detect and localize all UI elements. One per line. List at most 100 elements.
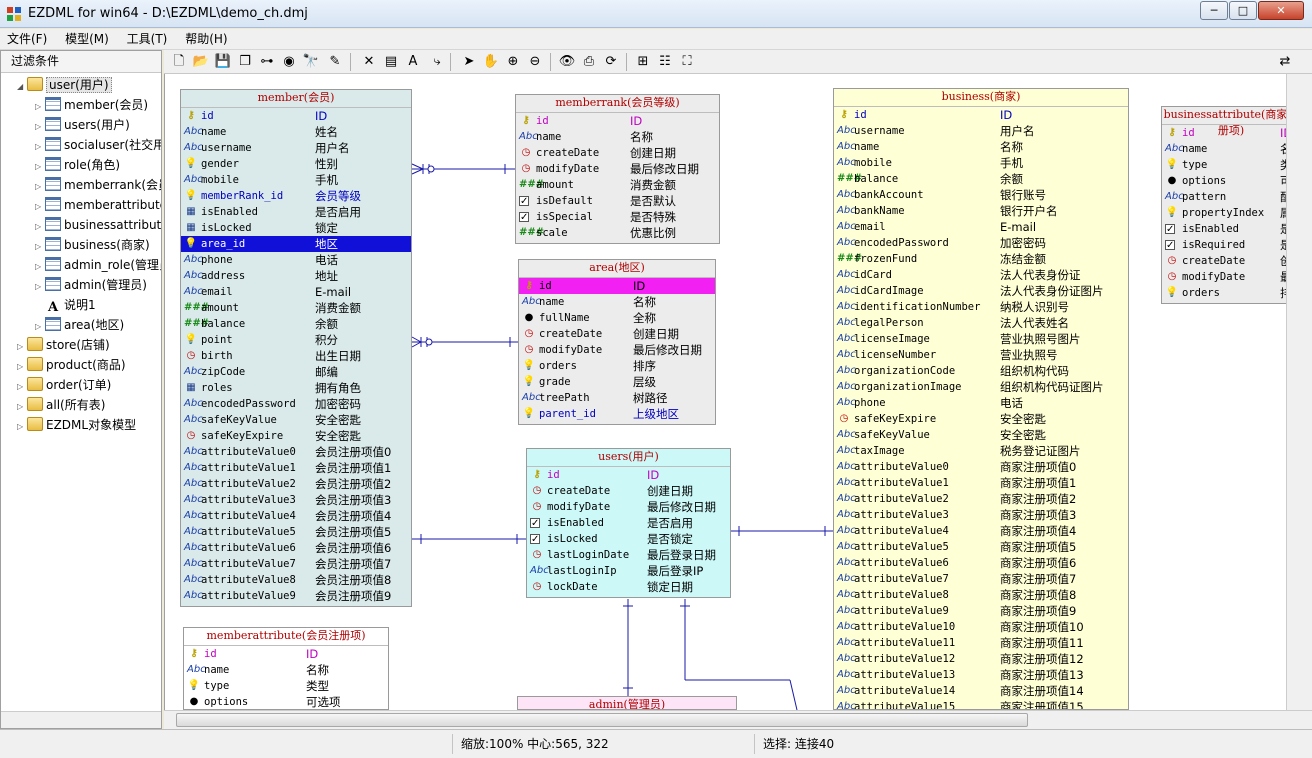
entity-field-row[interactable]: ◷createDate创建日期 [1162, 253, 1300, 269]
entity-field-row[interactable]: Abc mobile 手机 [834, 155, 1128, 171]
entity-field-row[interactable]: Abc organizationCode 组织机构代码 [834, 363, 1128, 379]
entity-field-row[interactable]: Abc organizationImage 组织机构代码证图片 [834, 379, 1128, 395]
entity-field-row[interactable]: Abc safeKeyValue 安全密匙 [834, 427, 1128, 443]
entity-field-row[interactable]: Abc phone 电话 [834, 395, 1128, 411]
entity-field-row[interactable]: ⚷ id ID [519, 278, 715, 294]
add-field-icon[interactable]: ⊞ [634, 53, 652, 71]
globe-icon[interactable]: ◉ [280, 53, 298, 71]
scroll-thumb[interactable] [176, 713, 1028, 727]
tree-item[interactable]: ▷ memberattribute(会员注册项) [35, 195, 161, 215]
tree-item[interactable]: ▷ admin(管理员) [35, 275, 147, 295]
refresh-icon[interactable]: ⟳ [602, 53, 620, 71]
tree-item[interactable]: A 说明1 [35, 295, 96, 315]
tree-expander-icon[interactable]: ▷ [35, 317, 45, 337]
entity-field-row[interactable]: ◷ modifyDate 最后修改日期 [527, 499, 730, 515]
entity-field-row[interactable]: Abc attributeValue4 会员注册项值4 [181, 508, 411, 524]
entity-businessattribute[interactable]: businessattribute(商家注册项)⚷idIDAbcname名称💡t… [1161, 106, 1301, 304]
highlight-icon[interactable]: ✎ [326, 53, 344, 71]
tree-expander-icon[interactable]: ▷ [35, 277, 45, 297]
entity-field-row[interactable]: ◷createDate创建日期 [516, 145, 719, 161]
entity-field-row[interactable]: Abc attributeValue8 商家注册项值8 [834, 587, 1128, 603]
entity-field-row[interactable]: Abc attributeValue5 商家注册项值5 [834, 539, 1128, 555]
menu-help[interactable]: 帮助(H) [178, 29, 234, 50]
tree-expander-icon[interactable]: ▷ [17, 417, 27, 437]
entity-field-row[interactable]: 💡orders排序 [1162, 285, 1300, 301]
entity-field-row[interactable]: Abc mobile 手机 [181, 172, 411, 188]
minimize-button[interactable]: ─ [1200, 1, 1228, 20]
entity-field-row[interactable]: 💡 gender 性别 [181, 156, 411, 172]
entity-field-row[interactable]: ⚷ id ID [834, 107, 1128, 123]
entity-field-row[interactable]: Abc bankName 银行开户名 [834, 203, 1128, 219]
entity-field-row[interactable]: ◷ modifyDate 最后修改日期 [516, 161, 719, 177]
entity-field-row[interactable]: Abc lastLoginIp 最后登录IP [527, 563, 730, 579]
entity-field-row[interactable]: Abc name 姓名 [181, 124, 411, 140]
tree-item[interactable]: ▷ business(商家) [35, 235, 150, 255]
entity-field-row[interactable]: Abcname 名称 [519, 294, 715, 310]
entity-field-row[interactable]: ✓isRequired是否必填 [1162, 237, 1300, 253]
tree-expander-icon[interactable]: ▷ [17, 337, 27, 357]
entity-field-row[interactable]: ●options可选项 [1162, 173, 1300, 189]
entity-field-row[interactable]: Abc phone 电话 [181, 252, 411, 268]
entity-field-row[interactable]: ### balance 余额 [181, 316, 411, 332]
entity-field-row[interactable]: Abc attributeValue10 商家注册项值10 [834, 619, 1128, 635]
open-icon[interactable]: 📂 [192, 53, 210, 71]
tree-expander-icon[interactable]: ▷ [35, 197, 45, 217]
menu-tools[interactable]: 工具(T) [120, 29, 175, 50]
entity-field-row[interactable]: Abc attributeValue2 商家注册项值2 [834, 491, 1128, 507]
tree-expander-icon[interactable]: ▷ [35, 157, 45, 177]
entity-memberattribute[interactable]: memberattribute(会员注册项) ⚷ id ID Abc name 名称 💡 typ… [183, 627, 389, 710]
tree-expander-icon[interactable]: ◢ [17, 77, 27, 97]
tree-icon[interactable]: ⊶ [258, 53, 276, 71]
entity-field-row[interactable]: ✓isEnabled是否启用 [1162, 221, 1300, 237]
entity-field-row[interactable]: Abc bankAccount 银行账号 [834, 187, 1128, 203]
entity-field-row[interactable]: Abc attributeValue3 商家注册项值3 [834, 507, 1128, 523]
entity-field-row[interactable]: ✓isEnabled是否启用 [527, 515, 730, 531]
entity-memberrank[interactable]: memberrank(会员等级) ⚷ id ID Abc name 名称 ◷ createDat… [515, 94, 720, 244]
entity-field-row[interactable]: Abc encodedPassword 加密密码 [181, 396, 411, 412]
entity-field-row[interactable]: 💡 point 积分 [181, 332, 411, 348]
tree-item[interactable]: ▷ role(角色) [35, 155, 120, 175]
tree-item[interactable]: ▷ order(订单) [17, 375, 111, 395]
entity-business[interactable]: business(商家) ⚷ id ID Abc username 用户名 Abc name 名称… [833, 88, 1129, 710]
entity-field-row[interactable]: ◷ modifyDate 最后修改日期 [519, 342, 715, 358]
entity-field-row[interactable]: ● fullName 全称 [519, 310, 715, 326]
entity-field-row[interactable]: Abc attributeValue6 会员注册项值6 [181, 540, 411, 556]
entity-field-row[interactable]: Abc attributeValue7 会员注册项值7 [181, 556, 411, 572]
tree-expander-icon[interactable]: ▷ [17, 397, 27, 417]
entity-field-row[interactable]: 💡 area_id 地区 [181, 236, 411, 252]
entity-field-row[interactable]: ⚷ id ID [527, 467, 730, 483]
entity-field-row[interactable]: 💡type类型 [1162, 157, 1300, 173]
tree-expander-icon[interactable]: ▷ [35, 97, 45, 117]
entity-field-row[interactable]: ◷ safeKeyExpire 安全密匙 [834, 411, 1128, 427]
entity-field-row[interactable]: Abcname 名称 [834, 139, 1128, 155]
entity-field-row[interactable]: 💡orders排序 [519, 358, 715, 374]
text-add-icon[interactable]: A [404, 53, 422, 71]
entity-field-row[interactable]: ◷ lockDate 锁定日期 [527, 579, 730, 595]
entity-field-row[interactable]: ◷ safeKeyExpire 安全密匙 [181, 428, 411, 444]
properties-icon[interactable]: ☷ [656, 53, 674, 71]
menu-model[interactable]: 模型(M) [58, 29, 116, 50]
entity-field-row[interactable]: Abc treePath 树路径 [519, 390, 715, 406]
canvas-horizontal-scrollbar[interactable] [164, 710, 1312, 729]
relationship-line[interactable] [789, 679, 798, 710]
tree-item[interactable]: ▷ area(地区) [35, 315, 124, 335]
link-icon[interactable]: ⤷ [428, 53, 446, 71]
entity-field-row[interactable]: Abc safeKeyValue 安全密匙 [181, 412, 411, 428]
entity-field-row[interactable]: Abc username 用户名 [834, 123, 1128, 139]
entity-field-row[interactable]: Abc attributeValue15 商家注册项值15 [834, 699, 1128, 709]
delete-icon[interactable]: ✕ [360, 53, 378, 71]
entity-field-row[interactable]: ◷createDate创建日期 [527, 483, 730, 499]
entity-area[interactable]: area(地区) ⚷ id ID Abc name 名称 ● fullName 全称 ◷ create… [518, 259, 716, 425]
maximize-button[interactable]: □ [1229, 1, 1257, 20]
entity-field-row[interactable]: Abcname 名称 [516, 129, 719, 145]
entity-field-row[interactable]: Abc attributeValue1 商家注册项值1 [834, 475, 1128, 491]
entity-field-row[interactable]: ⚷ id ID [181, 108, 411, 124]
tree-expander-icon[interactable]: ▷ [17, 377, 27, 397]
entity-field-row[interactable]: ◷ lastLoginDate 最后登录日期 [527, 547, 730, 563]
tree-expander-icon[interactable]: ▷ [17, 357, 27, 377]
table-add-icon[interactable]: ▤ [382, 53, 400, 71]
pointer-icon[interactable]: ➤ [460, 53, 478, 71]
entity-field-row[interactable]: Abc attributeValue6 商家注册项值6 [834, 555, 1128, 571]
new-icon[interactable]: 🗋 [170, 53, 188, 71]
entity-field-row[interactable]: Abc encodedPassword 加密密码 [834, 235, 1128, 251]
